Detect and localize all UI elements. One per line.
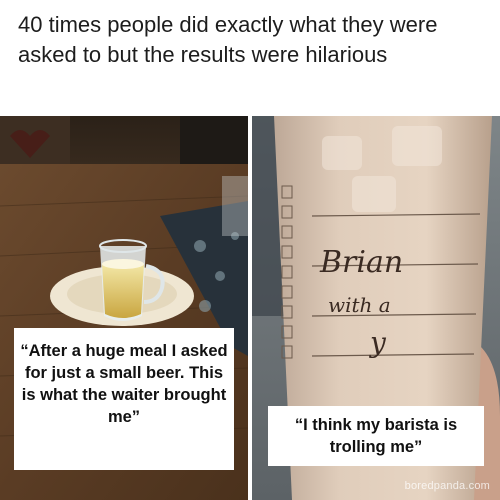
beer: [102, 264, 144, 318]
meme-page: 40 times people did exactly what they we…: [0, 0, 500, 500]
panel-barista-cup: Brian with a y “I think my barista is tr…: [252, 116, 500, 500]
panel-small-beer: “After a huge meal I asked for just a sm…: [0, 116, 248, 500]
watermark: boredpanda.com: [404, 480, 490, 492]
cup-writing-name: Brian: [319, 245, 403, 280]
cup-writing-y: y: [368, 326, 387, 359]
caption-small-beer: “After a huge meal I asked for just a sm…: [14, 328, 234, 470]
headline: 40 times people did exactly what they we…: [18, 12, 438, 67]
caption-barista: “I think my barista is trolling me”: [268, 406, 484, 466]
cup-writing-with-a: with a: [328, 293, 391, 317]
